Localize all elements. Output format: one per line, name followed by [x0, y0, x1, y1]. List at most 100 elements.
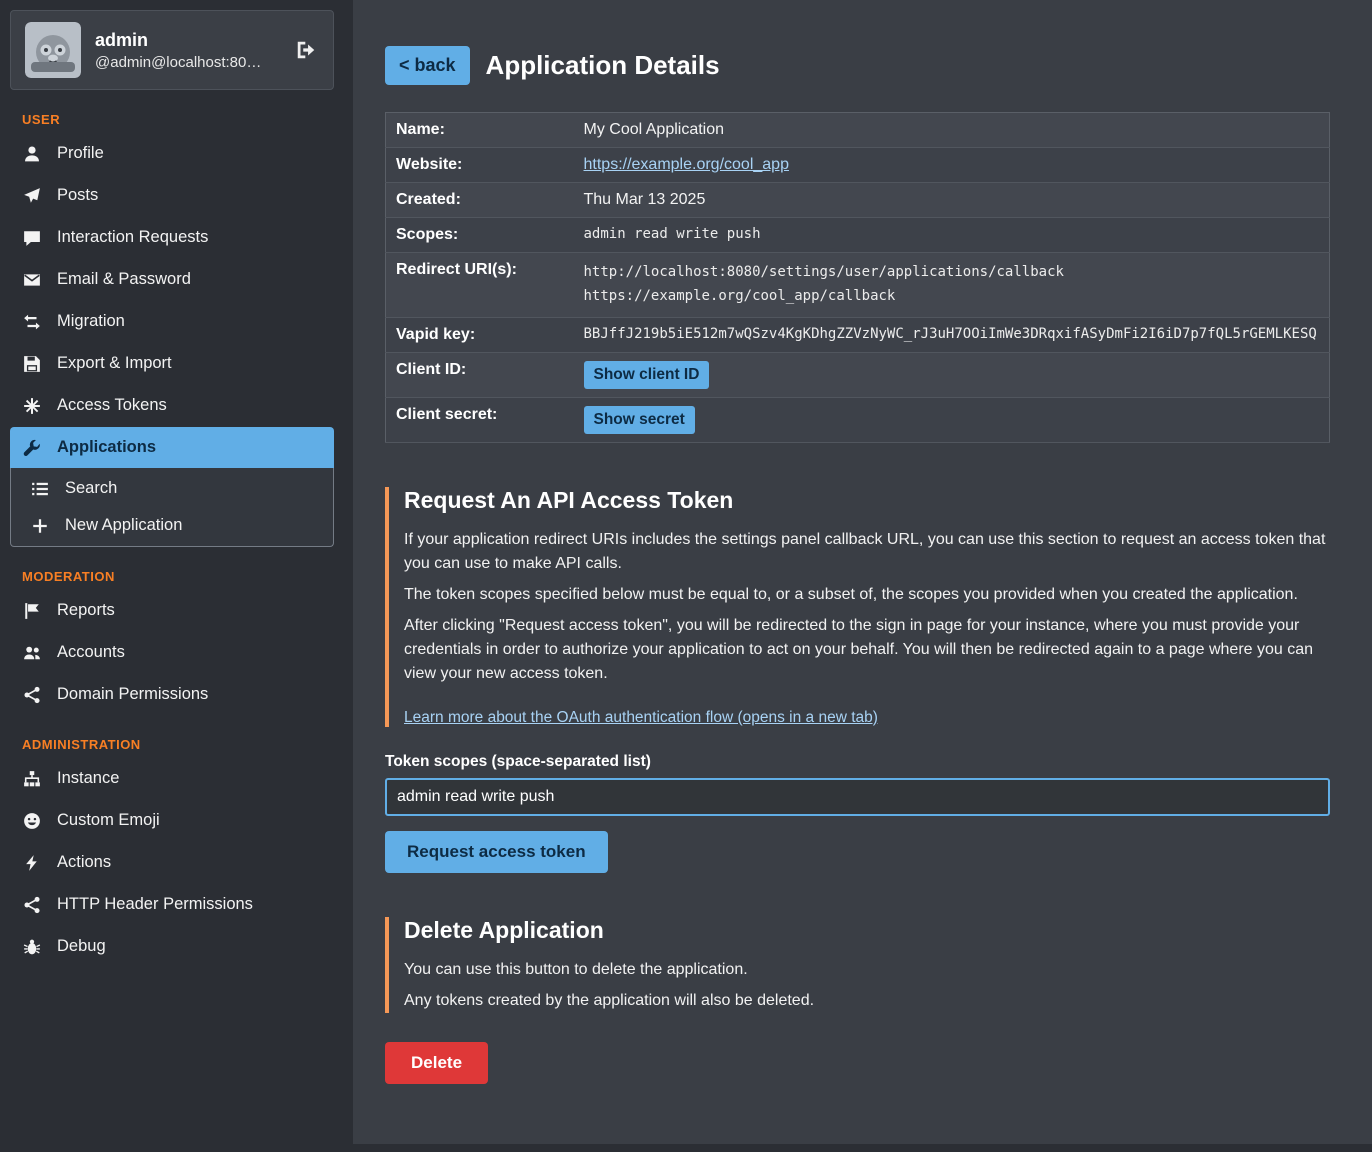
row-label: Client ID: — [386, 352, 574, 397]
sidebar-item-export-import[interactable]: Export & Import — [10, 343, 334, 384]
comment-icon — [22, 229, 42, 247]
token-scopes-form: Token scopes (space-separated list) Requ… — [385, 753, 1330, 873]
sidebar-item-label: Email & Password — [57, 270, 191, 289]
request-token-paragraph: After clicking "Request access token", y… — [404, 614, 1330, 686]
arrows-left-right-icon — [22, 313, 42, 331]
sidebar-item-access-tokens[interactable]: Access Tokens — [10, 385, 334, 426]
sidebar-item-domain-permissions[interactable]: Domain Permissions — [10, 674, 334, 715]
delete-application-line: Any tokens created by the application wi… — [404, 989, 1330, 1013]
sidebar-item-label: Search — [65, 479, 117, 498]
table-row-created: Created: Thu Mar 13 2025 — [386, 183, 1330, 218]
sidebar: admin @admin@localhost:80… USER Profile … — [0, 0, 345, 1152]
sidebar-item-label: Access Tokens — [57, 396, 167, 415]
row-value: Thu Mar 13 2025 — [574, 183, 1330, 218]
delete-application-line: You can use this button to delete the ap… — [404, 958, 1330, 982]
request-access-token-button[interactable]: Request access token — [385, 831, 608, 873]
row-value: https://example.org/cool_app — [574, 148, 1330, 183]
show-secret-button[interactable]: Show secret — [584, 406, 695, 434]
sidebar-item-label: New Application — [65, 516, 182, 535]
list-icon — [30, 480, 50, 498]
token-scopes-input[interactable] — [385, 778, 1330, 816]
sidebar-item-applications-search[interactable]: Search — [11, 470, 333, 507]
delete-button[interactable]: Delete — [385, 1042, 488, 1084]
sidebar-item-label: Accounts — [57, 643, 125, 662]
table-row-client-id: Client ID: Show client ID — [386, 352, 1330, 397]
table-row-scopes: Scopes: admin read write push — [386, 218, 1330, 253]
sidebar-item-reports[interactable]: Reports — [10, 590, 334, 631]
sidebar-item-instance[interactable]: Instance — [10, 758, 334, 799]
sidebar-item-debug[interactable]: Debug — [10, 926, 334, 967]
avatar — [25, 22, 81, 78]
request-token-paragraph: If your application redirect URIs includ… — [404, 528, 1330, 576]
request-token-title: Request An API Access Token — [404, 487, 1330, 514]
face-smile-icon — [22, 812, 42, 830]
table-row-redirect-uris: Redirect URI(s): http://localhost:8080/s… — [386, 253, 1330, 318]
main-content: < back Application Details Name: My Cool… — [353, 0, 1372, 1144]
sidebar-item-label: Debug — [57, 937, 106, 956]
sidebar-item-label: Profile — [57, 144, 104, 163]
sidebar-item-custom-emoji[interactable]: Custom Emoji — [10, 800, 334, 841]
redirect-uri: https://example.org/cool_app/callback — [584, 285, 1320, 309]
section-header-moderation: MODERATION — [22, 569, 334, 584]
certificate-icon — [22, 397, 42, 415]
sidebar-item-actions[interactable]: Actions — [10, 842, 334, 883]
sidebar-item-label: Reports — [57, 601, 115, 620]
sidebar-item-email-password[interactable]: Email & Password — [10, 259, 334, 300]
sidebar-item-label: Custom Emoji — [57, 811, 160, 830]
back-button[interactable]: < back — [385, 46, 470, 85]
row-label: Scopes: — [386, 218, 574, 253]
user-name: admin — [95, 30, 261, 51]
sidebar-item-migration[interactable]: Migration — [10, 301, 334, 342]
redirect-uri: http://localhost:8080/settings/user/appl… — [584, 261, 1320, 285]
row-label: Website: — [386, 148, 574, 183]
website-link[interactable]: https://example.org/cool_app — [584, 156, 789, 173]
row-label: Created: — [386, 183, 574, 218]
row-label: Client secret: — [386, 397, 574, 442]
share-nodes-icon — [22, 686, 42, 704]
show-client-id-button[interactable]: Show client ID — [584, 361, 710, 389]
sidebar-item-applications[interactable]: Applications — [10, 427, 334, 468]
plus-icon — [30, 517, 50, 535]
flag-icon — [22, 602, 42, 620]
user-icon — [22, 145, 42, 163]
section-header-administration: ADMINISTRATION — [22, 737, 334, 752]
users-icon — [22, 644, 42, 662]
sidebar-item-label: HTTP Header Permissions — [57, 895, 253, 914]
paper-plane-icon — [22, 187, 42, 205]
wrench-icon — [22, 439, 42, 457]
sidebar-item-profile[interactable]: Profile — [10, 133, 334, 174]
floppy-disk-icon — [22, 355, 42, 373]
request-token-section: Request An API Access Token If your appl… — [385, 487, 1330, 727]
applications-submenu: Search New Application — [10, 468, 334, 547]
share-nodes-icon — [22, 896, 42, 914]
envelope-icon — [22, 271, 42, 289]
table-row-vapid-key: Vapid key: BBJffJ219b5iE512m7wQSzv4KgKDh… — [386, 317, 1330, 352]
request-token-paragraph: The token scopes specified below must be… — [404, 583, 1330, 607]
oauth-docs-link[interactable]: Learn more about the OAuth authenticatio… — [404, 709, 878, 727]
table-row-name: Name: My Cool Application — [386, 113, 1330, 148]
sidebar-item-http-header-permissions[interactable]: HTTP Header Permissions — [10, 884, 334, 925]
sidebar-item-posts[interactable]: Posts — [10, 175, 334, 216]
row-value: http://localhost:8080/settings/user/appl… — [574, 253, 1330, 318]
row-label: Vapid key: — [386, 317, 574, 352]
delete-application-title: Delete Application — [404, 917, 1330, 944]
sidebar-item-label: Applications — [57, 438, 156, 457]
user-card[interactable]: admin @admin@localhost:80… — [10, 10, 334, 90]
row-value: Show secret — [574, 397, 1330, 442]
row-value: My Cool Application — [574, 113, 1330, 148]
sidebar-item-accounts[interactable]: Accounts — [10, 632, 334, 673]
delete-application-section: Delete Application You can use this butt… — [385, 917, 1330, 1013]
table-row-client-secret: Client secret: Show secret — [386, 397, 1330, 442]
row-label: Name: — [386, 113, 574, 148]
sidebar-item-label: Export & Import — [57, 354, 172, 373]
sidebar-item-label: Domain Permissions — [57, 685, 208, 704]
logout-icon[interactable] — [293, 37, 319, 63]
sidebar-item-label: Posts — [57, 186, 98, 205]
sidebar-item-interaction-requests[interactable]: Interaction Requests — [10, 217, 334, 258]
user-card-text: admin @admin@localhost:80… — [95, 30, 261, 71]
sidebar-item-new-application[interactable]: New Application — [11, 507, 333, 544]
bolt-icon — [22, 854, 42, 872]
row-value: admin read write push — [574, 218, 1330, 253]
table-row-website: Website: https://example.org/cool_app — [386, 148, 1330, 183]
row-label: Redirect URI(s): — [386, 253, 574, 318]
